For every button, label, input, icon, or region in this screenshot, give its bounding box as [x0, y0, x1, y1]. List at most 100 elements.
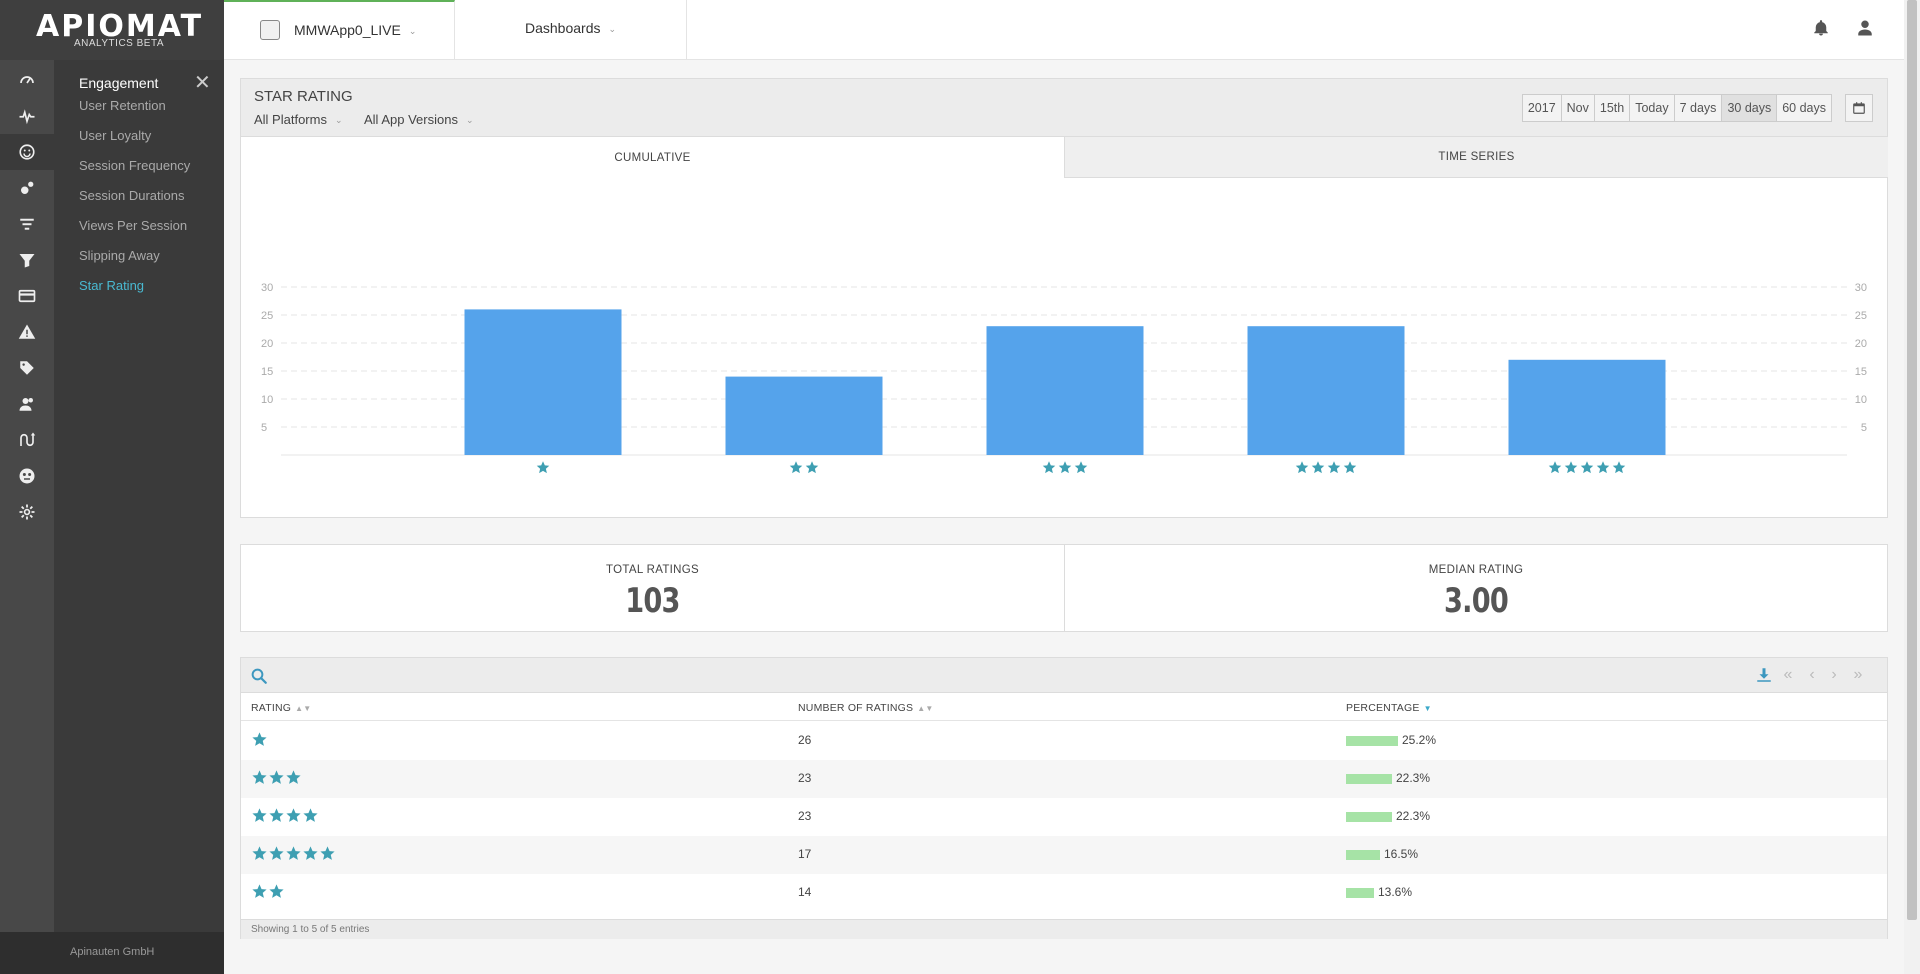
star-icon — [1548, 461, 1562, 474]
app-selector[interactable]: MMWApp0_LIVE ⌄ — [224, 0, 455, 60]
sidebar-item-funnel[interactable] — [0, 242, 54, 278]
platform-filter[interactable]: All Platforms ⌄ — [254, 112, 343, 127]
star-icon — [1042, 461, 1056, 474]
range-30-days[interactable]: 30 days — [1722, 95, 1778, 121]
y-tick-label: 30 — [261, 282, 273, 294]
sort-icon: ▲▼ — [917, 704, 934, 713]
range-60-days[interactable]: 60 days — [1777, 95, 1831, 121]
sidebar-item-card[interactable] — [0, 278, 54, 314]
y-tick-label: 15 — [261, 366, 273, 378]
star-icon — [320, 846, 335, 860]
next-page-icon[interactable]: › — [1825, 666, 1843, 684]
tab-cumulative[interactable]: CUMULATIVE — [241, 137, 1065, 178]
star-icon — [303, 846, 318, 860]
star-rating-panel: STAR RATING All Platforms ⌄ All App Versi… — [240, 78, 1888, 518]
star-icon — [1343, 461, 1357, 474]
star-icon — [269, 884, 284, 898]
star-icon — [1311, 461, 1325, 474]
search-icon[interactable] — [250, 667, 268, 685]
version-filter[interactable]: All App Versions ⌄ — [364, 112, 474, 127]
prev-page-icon[interactable]: ‹ — [1803, 666, 1821, 684]
sidebar-item-filter[interactable] — [0, 206, 54, 242]
range-year[interactable]: 2017 — [1523, 95, 1562, 121]
y-tick-label: 5 — [1861, 422, 1867, 434]
submenu-item-user-retention[interactable]: User Retention — [79, 98, 166, 113]
tag-icon — [20, 361, 34, 375]
bar-1-star[interactable] — [464, 309, 622, 455]
x-tick-stars-3 — [1042, 461, 1088, 474]
last-page-icon[interactable]: » — [1849, 666, 1867, 684]
sidebar-item-heartbeat[interactable] — [0, 98, 54, 134]
sidebar-item-crashes[interactable] — [0, 458, 54, 494]
submenu-item-session-frequency[interactable]: Session Frequency — [79, 158, 190, 173]
sidebar-item-smiley[interactable] — [0, 134, 54, 170]
sidebar-item-tag[interactable] — [0, 350, 54, 386]
table-info: Showing 1 to 5 of 5 entries — [251, 924, 370, 935]
gear-icon — [19, 504, 35, 520]
header-rating[interactable]: RATING ▲▼ — [251, 702, 311, 714]
y-tick-label: 20 — [261, 338, 273, 350]
calendar-icon — [1853, 102, 1865, 114]
rating-stars — [251, 731, 268, 749]
percentage-bar — [1346, 812, 1392, 822]
user-icon[interactable] — [1856, 19, 1874, 37]
percentage-bar — [1346, 736, 1398, 746]
logo-area[interactable]: APIOMAT ANALYTICS BETA — [0, 0, 224, 60]
funnel-icon — [19, 254, 35, 268]
dashboards-label: Dashboards — [525, 20, 601, 36]
range-month[interactable]: Nov — [1562, 95, 1595, 121]
first-page-icon[interactable]: « — [1779, 666, 1797, 684]
submenu-item-session-durations[interactable]: Session Durations — [79, 188, 185, 203]
percentage-value: 22.3% — [1396, 771, 1431, 785]
bar-3-star[interactable] — [986, 326, 1144, 455]
chevron-down-icon: ⌄ — [408, 25, 417, 36]
submenu-item-star-rating[interactable]: Star Rating — [79, 278, 144, 293]
star-rating-chart: 5 5 10 10 15 15 20 20 25 25 30 30 — [261, 282, 1867, 474]
bar-5-star[interactable] — [1508, 359, 1666, 455]
tab-time-series[interactable]: TIME SERIES — [1065, 137, 1888, 178]
y-tick-label: 10 — [1855, 394, 1867, 406]
sidebar-item-gear[interactable] — [0, 494, 54, 530]
sidebar-item-users[interactable] — [0, 386, 54, 422]
sidebar-item-warning[interactable] — [0, 314, 54, 350]
sidebar-item-flows[interactable] — [0, 422, 54, 458]
scroll-thumb[interactable] — [1907, 0, 1917, 920]
table-row: 17 16.5% — [241, 836, 1887, 874]
bar-2-star[interactable] — [725, 376, 883, 455]
y-tick-label: 25 — [261, 310, 273, 322]
sidebar-item-events[interactable] — [0, 170, 54, 206]
y-tick-label: 25 — [1855, 310, 1867, 322]
range-today[interactable]: Today — [1630, 95, 1675, 121]
x-tick-stars-2 — [789, 461, 819, 474]
star-icon — [1074, 461, 1088, 474]
y-tick-label: 20 — [1855, 338, 1867, 350]
submenu-item-user-loyalty[interactable]: User Loyalty — [79, 128, 151, 143]
star-icon — [252, 846, 267, 860]
calendar-button[interactable] — [1845, 94, 1873, 122]
star-icon — [269, 808, 284, 822]
warning-icon — [18, 324, 36, 339]
range-day[interactable]: 15th — [1595, 95, 1631, 121]
close-icon[interactable]: ✕ — [194, 70, 211, 95]
star-icon — [1058, 461, 1072, 474]
x-tick-stars-1 — [536, 461, 550, 474]
y-tick-label: 15 — [1855, 366, 1867, 378]
star-icon — [286, 770, 301, 784]
star-icon — [269, 770, 284, 784]
download-icon[interactable] — [1755, 666, 1773, 684]
header-percentage[interactable]: PERCENTAGE ▼ — [1346, 702, 1432, 714]
submenu-item-views-per-session[interactable]: Views Per Session — [79, 218, 187, 233]
events-icon — [21, 181, 34, 194]
bar-4-star[interactable] — [1247, 326, 1405, 455]
total-ratings-value: 103 — [625, 581, 680, 621]
header-number-of-ratings[interactable]: NUMBER OF RATINGS ▲▼ — [798, 702, 933, 714]
star-icon — [1295, 461, 1309, 474]
page-scrollbar[interactable] — [1904, 0, 1920, 974]
sidebar-item-dashboard[interactable] — [0, 62, 54, 98]
range-7-days[interactable]: 7 days — [1675, 95, 1723, 121]
engagement-submenu: Engagement ✕ User Retention User Loyalty… — [54, 60, 224, 932]
submenu-item-slipping-away[interactable]: Slipping Away — [79, 248, 160, 263]
bell-icon[interactable] — [1812, 19, 1830, 37]
dashboards-selector[interactable]: Dashboards ⌄ — [455, 0, 687, 60]
percentage-value: 16.5% — [1384, 847, 1419, 861]
